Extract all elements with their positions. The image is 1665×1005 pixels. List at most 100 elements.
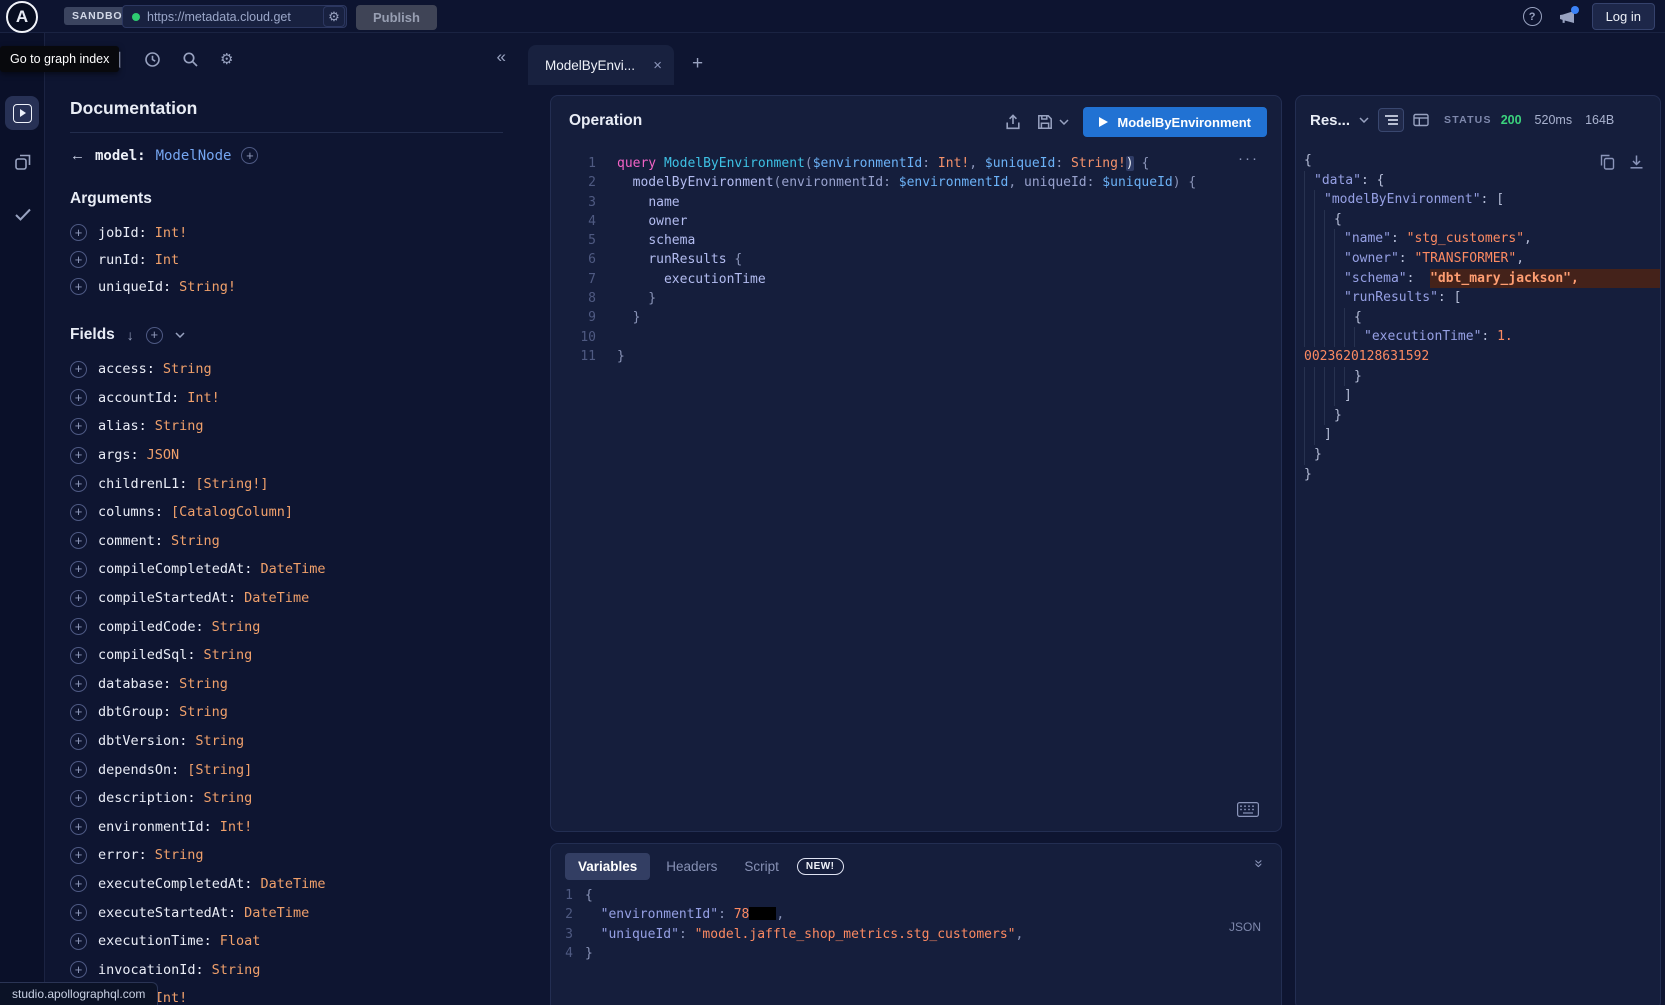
field-row[interactable]: +dbtGroup:String (70, 698, 503, 727)
field-type[interactable]: String (155, 418, 204, 434)
add-to-operation-icon[interactable]: + (70, 504, 87, 521)
field-row[interactable]: +environmentId:Int! (70, 813, 503, 842)
field-row[interactable]: +invocationId:String (70, 955, 503, 984)
field-row[interactable]: +columns:[CatalogColumn] (70, 498, 503, 527)
copy-response-icon[interactable] (1600, 154, 1615, 170)
history-icon[interactable] (144, 51, 161, 68)
publish-button[interactable]: Publish (356, 5, 437, 30)
field-type[interactable]: String (155, 847, 204, 863)
field-row[interactable]: +dependsOn:[String] (70, 755, 503, 784)
argument-row[interactable]: +jobId:Int! (70, 219, 503, 246)
share-icon[interactable] (1004, 113, 1022, 131)
add-to-operation-icon[interactable]: + (70, 475, 87, 492)
checks-nav-button[interactable] (5, 205, 40, 223)
login-button[interactable]: Log in (1592, 3, 1655, 30)
field-type[interactable]: DateTime (244, 905, 309, 921)
field-row[interactable]: +database:String (70, 670, 503, 699)
field-row[interactable]: +executeCompletedAt:DateTime (70, 870, 503, 899)
field-type[interactable]: Int! (155, 225, 188, 241)
field-type[interactable]: String (204, 647, 253, 663)
save-icon[interactable] (1036, 113, 1054, 131)
search-icon[interactable] (182, 51, 199, 68)
operation-code-editor[interactable]: 1query ModelByEnvironment($environmentId… (551, 146, 1281, 831)
apollo-logo[interactable]: A (6, 1, 38, 33)
field-row[interactable]: +compiledCode:String (70, 612, 503, 641)
collapse-sidebar-icon[interactable]: « (497, 47, 506, 67)
add-to-operation-icon[interactable]: + (70, 389, 87, 406)
download-response-icon[interactable] (1629, 154, 1644, 170)
add-to-operation-icon[interactable]: + (70, 618, 87, 635)
sort-icon[interactable]: ↓ (127, 327, 134, 343)
add-to-operation-icon[interactable]: + (70, 761, 87, 778)
add-to-operation-icon[interactable]: + (70, 904, 87, 921)
chevron-down-icon[interactable] (175, 332, 185, 338)
help-icon[interactable]: ? (1523, 7, 1542, 26)
add-to-operation-icon[interactable]: + (70, 361, 87, 378)
add-to-operation-icon[interactable]: + (70, 647, 87, 664)
field-type[interactable]: String (212, 619, 261, 635)
tab-headers[interactable]: Headers (655, 853, 728, 880)
schema-nav-button[interactable] (5, 152, 40, 172)
field-row[interactable]: +args:JSON (70, 441, 503, 470)
add-to-operation-icon[interactable]: + (70, 675, 87, 692)
save-dropdown-chevron-icon[interactable] (1059, 119, 1069, 125)
field-type[interactable]: String (179, 676, 228, 692)
endpoint-url-input[interactable]: https://metadata.cloud.get ⚙ (122, 5, 347, 28)
field-row[interactable]: +error:String (70, 841, 503, 870)
add-to-operation-icon[interactable]: + (70, 933, 87, 950)
add-to-operation-icon[interactable]: + (70, 790, 87, 807)
field-row[interactable]: +alias:String (70, 412, 503, 441)
field-row[interactable]: +executionTime:Float (70, 927, 503, 956)
field-type[interactable]: DateTime (260, 876, 325, 892)
field-type[interactable]: String (179, 704, 228, 720)
argument-row[interactable]: +runId:Int (70, 246, 503, 273)
add-to-operation-icon[interactable]: + (70, 251, 87, 268)
field-row[interactable]: +compileStartedAt:DateTime (70, 584, 503, 613)
field-type[interactable]: String (163, 361, 212, 377)
field-row[interactable]: +access:String (70, 355, 503, 384)
close-tab-icon[interactable]: × (653, 57, 662, 74)
field-type[interactable]: String (204, 790, 253, 806)
field-row[interactable]: +compileCompletedAt:DateTime (70, 555, 503, 584)
back-arrow-icon[interactable]: ← (70, 147, 85, 164)
add-to-operation-icon[interactable]: + (70, 561, 87, 578)
settings-gear-icon[interactable]: ⚙ (220, 50, 233, 68)
keyboard-shortcuts-icon[interactable] (1237, 802, 1259, 817)
add-to-operation-icon[interactable]: + (70, 847, 87, 864)
tab-modelbyenvironment[interactable]: ModelByEnvi... × (528, 45, 674, 85)
add-to-operation-icon[interactable]: + (70, 590, 87, 607)
add-to-operation-icon[interactable]: + (70, 418, 87, 435)
field-type[interactable]: Int! (187, 390, 220, 406)
explorer-nav-button[interactable] (5, 96, 39, 130)
field-row[interactable]: +executeStartedAt:DateTime (70, 898, 503, 927)
add-to-operation-icon[interactable]: + (70, 704, 87, 721)
field-type[interactable]: [String] (187, 762, 252, 778)
tab-variables[interactable]: Variables (565, 853, 650, 880)
field-type[interactable]: String (212, 962, 261, 978)
run-operation-button[interactable]: ModelByEnvironment (1083, 107, 1267, 137)
field-type[interactable]: String (195, 733, 244, 749)
field-type[interactable]: JSON (147, 447, 180, 463)
collapse-panel-icon[interactable]: » (1250, 859, 1267, 867)
field-type[interactable]: String (171, 533, 220, 549)
argument-row[interactable]: +uniqueId:String! (70, 273, 503, 300)
field-row[interactable]: +accountId:Int! (70, 384, 503, 413)
field-row[interactable]: +childrenL1:[String!] (70, 469, 503, 498)
field-type[interactable]: DateTime (260, 561, 325, 577)
add-to-operation-icon[interactable]: + (70, 818, 87, 835)
announcements-icon[interactable] (1558, 9, 1576, 25)
new-tab-icon[interactable]: + (692, 53, 703, 75)
breadcrumb-type-link[interactable]: ModelNode (156, 148, 232, 164)
table-view-button[interactable] (1413, 113, 1429, 127)
add-to-operation-icon[interactable]: + (70, 447, 87, 464)
add-to-operation-icon[interactable]: + (70, 532, 87, 549)
add-to-operation-icon[interactable]: + (70, 875, 87, 892)
add-to-operation-icon[interactable]: + (70, 278, 87, 295)
field-type[interactable]: Int (155, 252, 179, 268)
field-type[interactable]: DateTime (244, 590, 309, 606)
field-type[interactable]: [String!] (195, 476, 268, 492)
add-to-operation-icon[interactable]: + (70, 961, 87, 978)
field-type[interactable]: Float (220, 933, 261, 949)
field-type[interactable]: String! (179, 279, 236, 295)
add-to-operation-icon[interactable]: + (70, 733, 87, 750)
